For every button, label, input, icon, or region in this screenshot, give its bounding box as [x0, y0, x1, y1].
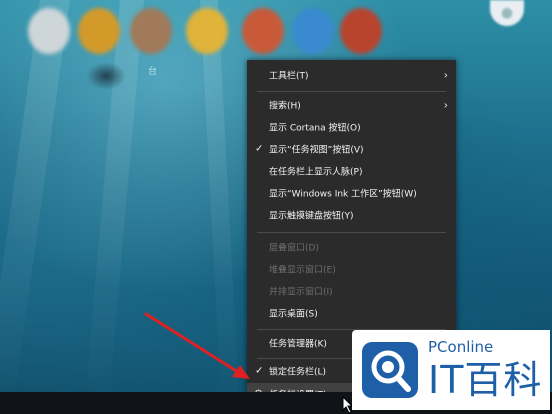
watermark-name: IT百科 [428, 358, 543, 402]
desktop: ● 台 工具栏(T) › 搜索(H) › 显示 Cortana 按钮(O) ✓ … [0, 0, 552, 414]
pconline-watermark: PConline IT百科 [352, 330, 550, 410]
watermark-brand: PConline [428, 338, 494, 356]
magnifier-logo-icon [362, 342, 418, 398]
